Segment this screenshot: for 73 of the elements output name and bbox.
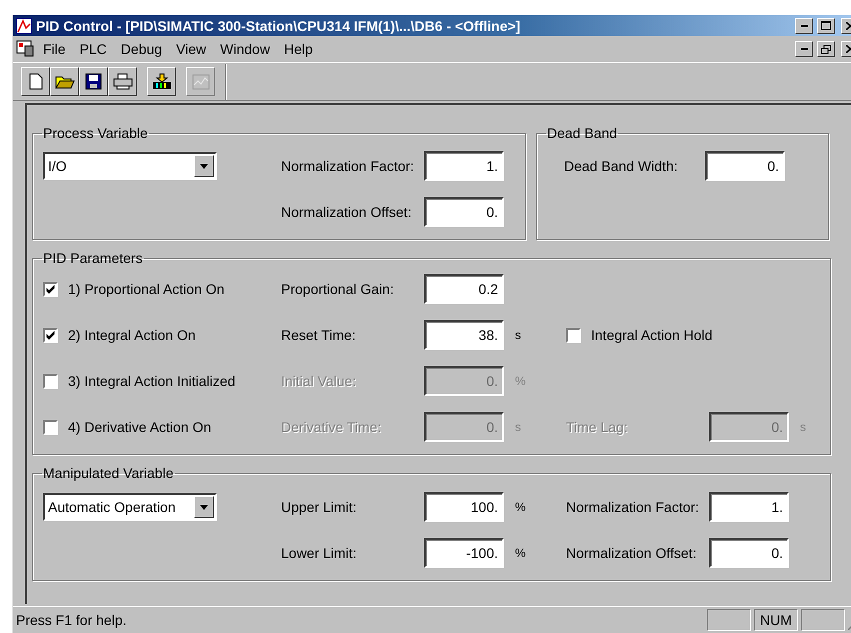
- input-field[interactable]: 38.: [424, 320, 504, 350]
- minimize-icon: [800, 24, 808, 26]
- new-document-icon: [28, 73, 42, 90]
- field-label: Normalization Factor:: [566, 499, 700, 515]
- maximize-button[interactable]: [817, 18, 835, 34]
- group-title: Dead Band: [546, 125, 618, 141]
- input-field[interactable]: 100.: [424, 492, 504, 522]
- field-label: Time Lag:: [566, 419, 629, 435]
- field-label: Reset Time:: [281, 327, 357, 343]
- app-icon: [16, 18, 32, 34]
- num-lock-indicator: NUM: [754, 609, 798, 631]
- input-field[interactable]: 0.: [424, 197, 504, 227]
- menu-item[interactable]: Window: [215, 39, 275, 59]
- input-field[interactable]: 0.2: [424, 274, 504, 304]
- document-icon[interactable]: [16, 40, 34, 58]
- field-label: Lower Limit:: [281, 545, 358, 561]
- checkmark-icon: [46, 284, 55, 294]
- unit-label: s: [514, 420, 522, 434]
- toolbar-button[interactable]: [79, 67, 108, 96]
- checkbox[interactable]: 4) Derivative Action On: [43, 419, 281, 435]
- download-to-device-icon: [152, 73, 172, 90]
- field-label: Upper Limit:: [281, 499, 358, 515]
- dropdown[interactable]: I/O: [43, 152, 217, 180]
- menu-item[interactable]: View: [171, 39, 212, 59]
- unit-label: %: [514, 546, 527, 560]
- curve-recorder-icon: [192, 74, 210, 90]
- toolbar-button[interactable]: [50, 67, 79, 96]
- dropdown-arrow-icon: [200, 504, 208, 510]
- unit-label: %: [514, 500, 527, 514]
- group-title: Process Variable: [42, 125, 149, 141]
- status-text: Press F1 for help.: [16, 612, 128, 628]
- field-label: Derivative Time:: [281, 419, 382, 435]
- menu-item[interactable]: File: [38, 39, 71, 59]
- menu-item[interactable]: Help: [278, 39, 318, 59]
- minimize-button[interactable]: [795, 18, 813, 34]
- checkbox[interactable]: 2) Integral Action On: [43, 327, 281, 343]
- checkmark-icon: [46, 330, 55, 340]
- checkbox[interactable]: 3) Integral Action Initialized: [43, 373, 281, 389]
- input-field[interactable]: 0.: [705, 151, 785, 181]
- input-field[interactable]: 1.: [424, 151, 504, 181]
- toolbar-button[interactable]: [147, 67, 176, 96]
- field-label: Normalization Factor:: [281, 158, 416, 174]
- group-title: PID Parameters: [42, 250, 144, 266]
- field-label: Proportional Gain:: [281, 281, 395, 297]
- unit-label: s: [514, 328, 522, 342]
- minimize-button[interactable]: [795, 41, 813, 57]
- input-field[interactable]: 1.: [709, 492, 789, 522]
- unit-label: %: [514, 374, 527, 388]
- field-label: Initial Value:: [281, 373, 358, 389]
- field-label: Normalization Offset:: [566, 545, 698, 561]
- group-title: Manipulated Variable: [42, 465, 174, 481]
- menu-item[interactable]: Debug: [116, 39, 168, 59]
- input-field[interactable]: -100.: [424, 538, 504, 568]
- menu-item[interactable]: PLC: [74, 39, 112, 59]
- field-label: Normalization Offset:: [281, 204, 412, 220]
- window-title: PID Control - [PID\SIMATIC 300-Station\CPU314 IFM(1)\...\DB6 - <Offline>]: [36, 18, 522, 34]
- restore-button[interactable]: [817, 41, 835, 57]
- folder-icon: [54, 74, 74, 90]
- toolbar-button[interactable]: [108, 67, 137, 96]
- input-field[interactable]: 0.: [709, 538, 789, 568]
- toolbar-button[interactable]: [21, 67, 50, 96]
- maximize-icon: [821, 21, 831, 30]
- dropdown-arrow-icon: [200, 164, 208, 168]
- status-panel: [707, 609, 751, 631]
- printer-icon: [112, 73, 132, 90]
- field-label: Dead Band Width:: [564, 158, 679, 174]
- status-panel: [801, 609, 845, 631]
- unit-label: s: [799, 420, 807, 434]
- checkbox[interactable]: 1) Proportional Action On: [43, 281, 281, 297]
- checkbox[interactable]: Integral Action Hold: [566, 327, 818, 343]
- minimize-icon: [800, 48, 808, 50]
- restore-icon: [821, 44, 831, 54]
- dropdown[interactable]: Automatic Operation: [43, 493, 217, 521]
